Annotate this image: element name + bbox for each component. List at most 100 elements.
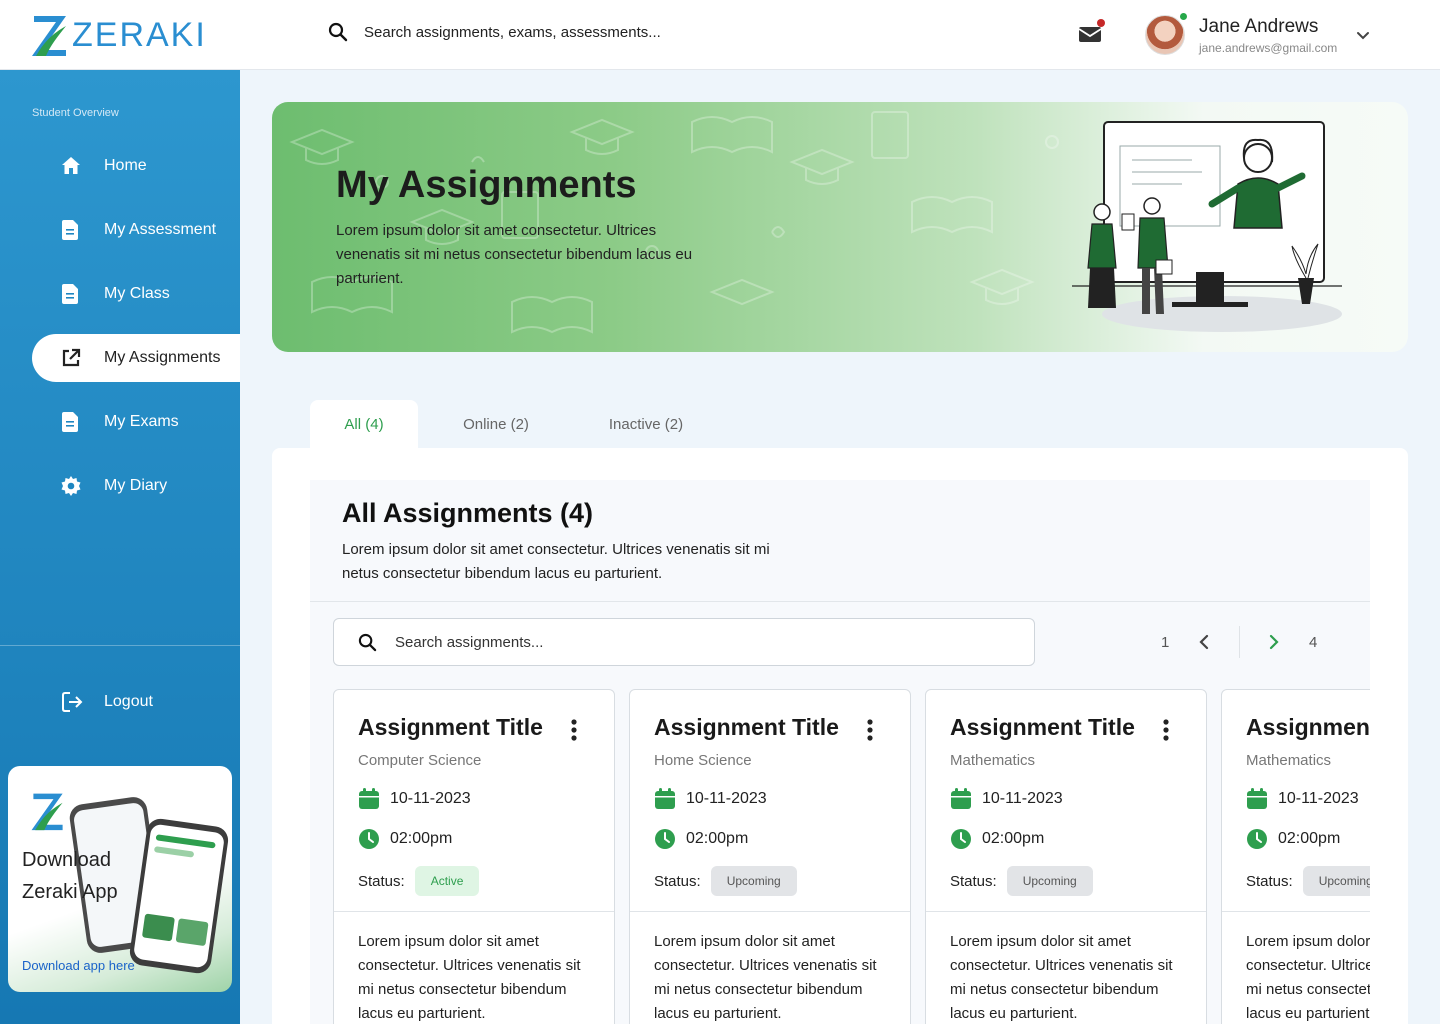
- document-icon: [60, 219, 82, 241]
- banner-description: Lorem ipsum dolor sit amet consectetur. …: [336, 222, 693, 287]
- status-badge: Active: [414, 866, 480, 896]
- hero-banner: My Assignments Lorem ipsum dolor sit ame…: [272, 102, 1408, 352]
- more-vertical-icon[interactable]: [568, 718, 580, 742]
- status-label: Status:: [950, 872, 997, 890]
- user-name: Jane Andrews: [1199, 16, 1319, 37]
- clock-icon: [951, 829, 971, 849]
- card-divider: [334, 911, 614, 912]
- calendar-icon: [951, 788, 971, 809]
- external-link-icon: [60, 347, 82, 369]
- assignment-time: 02:00pm: [358, 828, 452, 850]
- more-vertical-icon[interactable]: [864, 718, 876, 742]
- date-value: 10-11-2023: [982, 790, 1063, 807]
- time-value: 02:00pm: [686, 830, 749, 847]
- assignment-subject: Home Science: [654, 752, 752, 769]
- sidebar-item-my-diary[interactable]: My Diary: [32, 462, 240, 510]
- date-value: 10-11-2023: [1278, 790, 1359, 807]
- sidebar-caption: Student Overview: [32, 107, 119, 119]
- sidebar-item-home[interactable]: Home: [32, 142, 240, 190]
- sidebar-item-my-exams[interactable]: My Exams: [32, 398, 240, 446]
- sidebar-item-label: My Class: [104, 285, 170, 302]
- sidebar-item-label: My Assessment: [104, 221, 217, 238]
- zeraki-logo-mark: [31, 793, 63, 831]
- mail-icon[interactable]: [1078, 24, 1102, 44]
- assignment-subject: Mathematics: [950, 752, 1036, 769]
- promo-title: Download Zeraki App: [22, 849, 118, 903]
- clock-icon: [655, 829, 675, 849]
- assignment-description: Lorem ipsum dolor sit amet consectetur. …: [950, 933, 1173, 1022]
- assignment-title: Assignment Title: [950, 714, 1135, 740]
- global-search[interactable]: Search assignments, exams, assessments..…: [328, 22, 661, 42]
- card-divider: [926, 911, 1206, 912]
- assignment-subject: Computer Science: [358, 752, 482, 769]
- search-icon: [328, 22, 348, 42]
- calendar-icon: [655, 788, 675, 809]
- more-vertical-icon[interactable]: [1160, 718, 1172, 742]
- assignment-status: Status: Active: [358, 866, 480, 896]
- clock-icon: [359, 829, 379, 849]
- sidebar-item-label: My Diary: [104, 477, 168, 494]
- tab-all[interactable]: All (4): [310, 400, 418, 448]
- sidebar-item-label: My Exams: [104, 413, 179, 430]
- chevron-left-icon[interactable]: [1196, 628, 1212, 656]
- clock-icon: [1247, 829, 1267, 849]
- assignment-search-placeholder: Search assignments...: [395, 633, 544, 651]
- download-app-link[interactable]: Download app here: [22, 958, 135, 973]
- assignment-search-input[interactable]: Search assignments...: [333, 618, 1035, 666]
- time-value: 02:00pm: [390, 830, 453, 847]
- tab-inactive[interactable]: Inactive (2): [586, 400, 706, 448]
- status-label: Status:: [1246, 872, 1293, 890]
- page-number-last[interactable]: 4: [1309, 628, 1317, 656]
- assignment-description: Lorem ipsum dolor sit amet consectetur. …: [654, 933, 877, 1022]
- time-value: 02:00pm: [1278, 830, 1341, 847]
- assignment-description: Lorem ipsum dolor sit amet consectetur. …: [1246, 933, 1370, 1022]
- assignment-date: 10-11-2023: [654, 788, 767, 810]
- chevron-right-icon[interactable]: [1266, 628, 1282, 656]
- date-value: 10-11-2023: [390, 790, 471, 807]
- section-description: Lorem ipsum dolor sit amet consectetur. …: [342, 541, 770, 582]
- zeraki-logo[interactable]: ZERAKI: [30, 12, 207, 58]
- tab-online[interactable]: Online (2): [440, 400, 552, 448]
- assignment-status: Status: Upcoming: [1246, 866, 1370, 896]
- section-title: All Assignments (4): [342, 498, 594, 528]
- logout-label: Logout: [104, 693, 153, 710]
- assignment-time: 02:00pm: [950, 828, 1044, 850]
- assignment-card[interactable]: Assignment Title Home Science 10-11-2023…: [629, 689, 911, 1024]
- teacher-whiteboard-illustration: [1072, 121, 1342, 332]
- sidebar-item-label: Home: [104, 157, 147, 174]
- assignment-card[interactable]: Assignment Title Mathematics 10-11-2023 …: [925, 689, 1207, 1024]
- sidebar: Student Overview Home My Assessment My C…: [0, 70, 240, 1024]
- assignment-subject: Mathematics: [1246, 752, 1332, 769]
- panel-header: All Assignments (4) Lorem ipsum dolor si…: [310, 480, 1370, 602]
- avatar[interactable]: [1145, 15, 1185, 55]
- assignment-card[interactable]: Assignment Title Computer Science 10-11-…: [333, 689, 615, 1024]
- status-badge: Upcoming: [710, 866, 797, 896]
- assignment-date: 10-11-2023: [1246, 788, 1359, 810]
- card-divider: [630, 911, 910, 912]
- search-icon: [358, 633, 377, 651]
- page-number-first[interactable]: 1: [1161, 628, 1169, 656]
- assignment-time: 02:00pm: [1246, 828, 1340, 850]
- sidebar-divider: [0, 645, 240, 646]
- assignment-status: Status: Upcoming: [950, 866, 1093, 896]
- sidebar-item-my-assignments[interactable]: My Assignments: [32, 334, 240, 382]
- status-label: Status:: [358, 872, 405, 890]
- download-app-card[interactable]: Download Zeraki App Download app here: [8, 766, 232, 992]
- assignment-card[interactable]: Assignment Title Mathematics 10-11-2023 …: [1221, 689, 1370, 1024]
- logout-button[interactable]: Logout: [60, 690, 153, 714]
- chevron-down-icon[interactable]: [1355, 27, 1371, 43]
- assignments-panel: All Assignments (4) Lorem ipsum dolor si…: [272, 448, 1408, 1024]
- calendar-icon: [359, 788, 379, 809]
- sidebar-item-my-assessment[interactable]: My Assessment: [32, 206, 240, 254]
- assignment-date: 10-11-2023: [358, 788, 471, 810]
- assignment-description: Lorem ipsum dolor sit amet consectetur. …: [358, 933, 581, 1022]
- document-icon: [60, 411, 82, 433]
- status-label: Status:: [654, 872, 701, 890]
- logout-icon: [62, 692, 83, 712]
- time-value: 02:00pm: [982, 830, 1045, 847]
- pagination-divider: [1239, 626, 1240, 658]
- sidebar-item-my-class[interactable]: My Class: [32, 270, 240, 318]
- assignments-panel-body: All Assignments (4) Lorem ipsum dolor si…: [310, 480, 1370, 1024]
- global-search-input[interactable]: Search assignments, exams, assessments..…: [364, 24, 661, 41]
- top-bar: ZERAKI Search assignments, exams, assess…: [0, 0, 1440, 70]
